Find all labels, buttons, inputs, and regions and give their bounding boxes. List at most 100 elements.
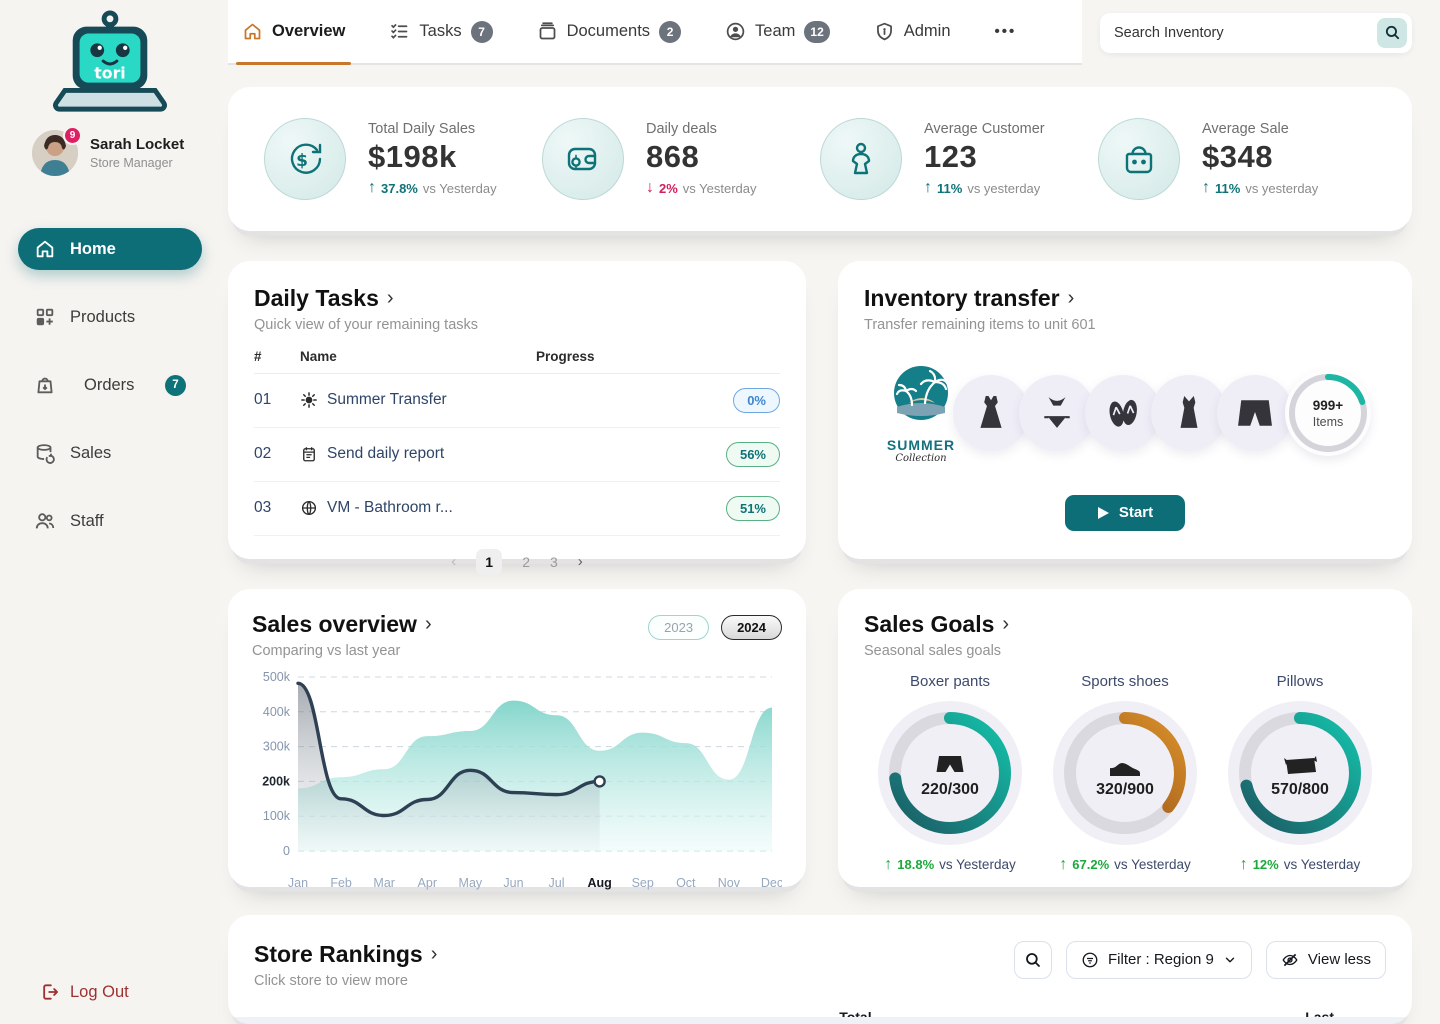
- pagination-prev-icon[interactable]: ‹: [451, 553, 456, 570]
- delta-suffix: vs Yesterday: [1114, 857, 1191, 872]
- tab-documents[interactable]: Documents 2: [537, 0, 681, 63]
- delta-suffix: vs Yesterday: [939, 857, 1016, 872]
- delta-suffix: vs yesterday: [967, 181, 1040, 196]
- chevron-right-icon: ›: [387, 287, 394, 310]
- orders-count-badge: 7: [165, 375, 186, 396]
- goal-fraction: 320/900: [1096, 781, 1154, 798]
- goal-pillows[interactable]: Pillows 570/800 ↑ 12% vs Yesterday: [1214, 673, 1386, 874]
- more-menu-icon[interactable]: •••: [995, 23, 1017, 40]
- arrow-up-icon: ↑: [368, 179, 376, 197]
- documents-count-badge: 2: [659, 21, 681, 43]
- main-content: Overview Tasks 7 Documents 2 Te: [220, 0, 1440, 1024]
- sidebar-item-orders[interactable]: Orders 7: [18, 364, 202, 406]
- task-row[interactable]: 02 Send daily report 56%: [254, 428, 780, 482]
- svg-text:Feb: Feb: [330, 876, 352, 890]
- store-rankings-title[interactable]: Store Rankings ›: [254, 941, 437, 968]
- filter-dropdown[interactable]: Filter : Region 9: [1066, 941, 1252, 979]
- table-row[interactable]: [228, 1017, 1412, 1024]
- sun-icon: [300, 391, 318, 409]
- store-rankings-card: Store Rankings › Click store to view mor…: [228, 915, 1412, 1024]
- inventory-subtitle: Transfer remaining items to unit 601: [864, 317, 1386, 333]
- sidebar-item-label: Products: [70, 308, 135, 327]
- logout-button[interactable]: Log Out: [40, 982, 129, 1002]
- sales-database-icon: [34, 442, 56, 464]
- tab-label: Documents: [567, 22, 650, 41]
- person-circle-icon: [725, 21, 746, 42]
- sidebar-item-sales[interactable]: Sales: [18, 432, 202, 474]
- home-icon: [34, 238, 56, 260]
- pagination-page-1[interactable]: 1: [476, 549, 502, 575]
- svg-text:300k: 300k: [263, 739, 291, 753]
- report-calendar-icon: [300, 445, 318, 463]
- pagination-next-icon[interactable]: ›: [578, 553, 583, 570]
- search-button[interactable]: [1377, 18, 1407, 48]
- progress-badge: 0%: [733, 388, 780, 413]
- progress-badge: 56%: [726, 442, 780, 467]
- tab-overview[interactable]: Overview: [242, 0, 345, 63]
- stat-delta: ↑ 11% vs yesterday: [924, 179, 1045, 197]
- stat-value: $348: [1202, 139, 1318, 175]
- chevron-right-icon: ›: [425, 613, 432, 636]
- top-nav: Overview Tasks 7 Documents 2 Te: [228, 0, 1082, 65]
- tab-tasks[interactable]: Tasks 7: [389, 0, 492, 63]
- inventory-items-row: SUMMER Collection: [864, 363, 1386, 464]
- notification-badge: 9: [63, 126, 82, 145]
- user-role: Store Manager: [90, 156, 184, 170]
- user-name: Sarah Locket: [90, 136, 184, 153]
- daily-tasks-title[interactable]: Daily Tasks ›: [254, 285, 780, 312]
- goal-delta: ↑ 18.8% vs Yesterday: [884, 856, 1015, 874]
- task-row[interactable]: 03 VM - Bathroom r... 51%: [254, 482, 780, 536]
- documents-icon: [537, 21, 558, 42]
- goal-donut-chart: 570/800: [1225, 698, 1375, 848]
- bikini-icon: [1039, 395, 1075, 431]
- tab-team[interactable]: Team 12: [725, 0, 830, 63]
- svg-text:Apr: Apr: [418, 876, 437, 890]
- search-input[interactable]: [1114, 25, 1377, 41]
- pagination-page-2[interactable]: 2: [522, 554, 530, 570]
- checklist-icon: [389, 21, 410, 42]
- stat-average-customer: Average Customer 123 ↑ 11% vs yesterday: [820, 118, 1098, 200]
- inventory-item-slip-dress: [1151, 375, 1227, 451]
- tab-admin[interactable]: Admin: [874, 0, 951, 63]
- eye-off-icon: [1281, 951, 1299, 969]
- stat-label: Average Customer: [924, 121, 1045, 137]
- goal-sports-shoes[interactable]: Sports shoes 320/900 ↑ 67.2% vs Yesterda…: [1039, 673, 1211, 874]
- sidebar-item-staff[interactable]: Staff: [18, 500, 202, 542]
- task-row[interactable]: 01 Summer Transfer 0%: [254, 374, 780, 428]
- svg-text:Nov: Nov: [718, 876, 741, 890]
- svg-text:Dec: Dec: [761, 876, 782, 890]
- view-less-button[interactable]: View less: [1266, 941, 1386, 979]
- sales-overview-title[interactable]: Sales overview ›: [252, 611, 432, 638]
- sales-goals-title[interactable]: Sales Goals ›: [864, 611, 1386, 638]
- delta-suffix: vs yesterday: [1245, 181, 1318, 196]
- rankings-search-button[interactable]: [1014, 941, 1052, 979]
- toggle-2023[interactable]: 2023: [648, 615, 709, 640]
- sidebar-item-label: Orders: [84, 376, 134, 395]
- goal-delta: ↑ 67.2% vs Yesterday: [1059, 856, 1190, 874]
- filter-label: Filter : Region 9: [1108, 951, 1214, 968]
- start-transfer-button[interactable]: Start: [1065, 495, 1185, 531]
- task-name: Send daily report: [327, 445, 444, 463]
- user-profile[interactable]: 9 Sarah Locket Store Manager: [0, 116, 220, 176]
- stat-label: Average Sale: [1202, 121, 1318, 137]
- sales-line-area-chart: 500k400k300k200k100k0JanFebMarAprMayJunJ…: [252, 665, 782, 897]
- inventory-title[interactable]: Inventory transfer ›: [864, 285, 1386, 312]
- play-icon: [1097, 506, 1110, 520]
- tab-label: Team: [755, 22, 795, 41]
- sidebar-item-products[interactable]: Products: [18, 296, 202, 338]
- goal-donut-chart: 320/900: [1050, 698, 1200, 848]
- svg-text:200k: 200k: [262, 774, 290, 788]
- app-logo: tori: [0, 0, 220, 116]
- stat-delta: ↑ 37.8% vs Yesterday: [368, 179, 497, 197]
- toggle-2024[interactable]: 2024: [721, 615, 782, 640]
- sidebar-item-home[interactable]: Home: [18, 228, 202, 270]
- svg-text:Oct: Oct: [676, 876, 696, 890]
- avatar[interactable]: 9: [32, 130, 78, 176]
- stat-daily-deals: Daily deals 868 ↓ 2% vs Yesterday: [542, 118, 820, 200]
- filter-icon: [1081, 951, 1099, 969]
- arrow-up-icon: ↑: [1059, 856, 1067, 874]
- pagination-page-3[interactable]: 3: [550, 554, 558, 570]
- stats-summary-card: $ Total Daily Sales $198k ↑ 37.8% vs Yes…: [228, 87, 1412, 231]
- svg-text:0: 0: [283, 844, 290, 858]
- goal-boxer-pants[interactable]: Boxer pants 220/300 ↑ 18.8% vs Yesterday: [864, 673, 1036, 874]
